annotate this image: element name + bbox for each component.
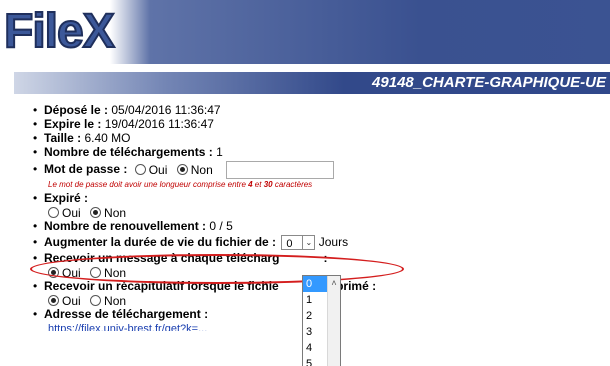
password-no-label: Non	[190, 162, 213, 177]
expired-no-radio[interactable]	[90, 207, 102, 219]
red-highlight-ellipse	[30, 254, 404, 284]
filex-logo: FileX	[3, 5, 116, 59]
expires-item: Expire le : 19/04/2016 11:36:47	[0, 117, 376, 131]
download-link[interactable]: https://filex.univ-brest.fr/get?k=...	[48, 323, 207, 331]
file-title: 49148_CHARTE-GRAPHIQUE-UE	[372, 74, 606, 91]
renewals-item: Nombre de renouvellement : 0 / 5	[0, 219, 376, 233]
summary-no-label: Non	[104, 293, 127, 308]
dropdown-option[interactable]: 4	[303, 340, 328, 356]
deposited-value: 05/04/2016 11:36:47	[111, 103, 221, 117]
renewals-value: 0 / 5	[209, 219, 233, 233]
size-label: Taille :	[44, 131, 82, 145]
summary-no-radio[interactable]	[90, 295, 102, 307]
password-hint: Le mot de passe doit avoir une longueur …	[0, 179, 376, 191]
expired-yes-label: Oui	[62, 205, 81, 220]
password-hint-suffix: caractères	[272, 180, 313, 189]
download-address-label: Adresse de téléchargement :	[44, 307, 209, 321]
file-title-bar: 49148_CHARTE-GRAPHIQUE-UE	[14, 72, 610, 94]
extend-unit: Jours	[318, 235, 349, 249]
extend-days-dropdown[interactable]: 0 1 2 3 4 5 ˄	[302, 275, 341, 366]
expired-item: Expiré :	[0, 191, 376, 205]
dropdown-option[interactable]: 2	[303, 308, 328, 324]
password-input[interactable]	[226, 160, 335, 179]
deposited-label: Déposé le :	[44, 103, 109, 117]
expires-label: Expire le :	[44, 117, 102, 131]
expired-label: Expiré :	[44, 191, 89, 205]
expired-no-label: Non	[104, 205, 127, 220]
summary-yes-label: Oui	[62, 293, 81, 308]
chevron-up-icon[interactable]: ˄	[328, 276, 340, 290]
password-label: Mot de passe :	[44, 162, 128, 176]
password-yes-radio[interactable]	[134, 164, 146, 176]
password-yes-label: Oui	[148, 162, 168, 177]
password-no-radio[interactable]	[176, 164, 188, 176]
dropdown-option[interactable]: 0	[303, 276, 328, 292]
downloads-count-label: Nombre de téléchargements :	[44, 145, 213, 159]
renewals-label: Nombre de renouvellement :	[44, 219, 207, 233]
dropdown-option[interactable]: 3	[303, 324, 328, 340]
password-hint-max: 30	[263, 180, 273, 189]
extend-item: Augmenter la durée de vie du fichier de …	[0, 233, 376, 251]
password-item: Mot de passe : Oui Non	[0, 159, 376, 179]
size-item: Taille : 6.40 MO	[0, 131, 376, 145]
expired-options: Oui Non	[0, 205, 376, 220]
deposited-item: Déposé le : 05/04/2016 11:36:47	[0, 103, 376, 117]
dropdown-option[interactable]: 1	[303, 292, 328, 308]
downloads-count-value: 1	[216, 145, 223, 159]
password-hint-text: Le mot de passe doit avoir une longueur …	[48, 180, 249, 189]
summary-yes-radio[interactable]	[48, 295, 59, 307]
expires-value: 19/04/2016 11:36:47	[104, 117, 214, 131]
app-header: FileX	[0, 0, 610, 64]
expired-yes-radio[interactable]	[48, 207, 59, 219]
size-value: 6.40 MO	[84, 131, 131, 145]
password-hint-and: et	[252, 180, 264, 189]
dropdown-scrollbar[interactable]: ˄	[327, 276, 340, 366]
downloads-count-item: Nombre de téléchargements : 1	[0, 145, 376, 159]
extend-days-select[interactable]: 0 ⌄	[281, 235, 316, 251]
extend-label: Augmenter la durée de vie du fichier de …	[44, 235, 277, 249]
chevron-down-icon[interactable]: ⌄	[302, 236, 314, 250]
